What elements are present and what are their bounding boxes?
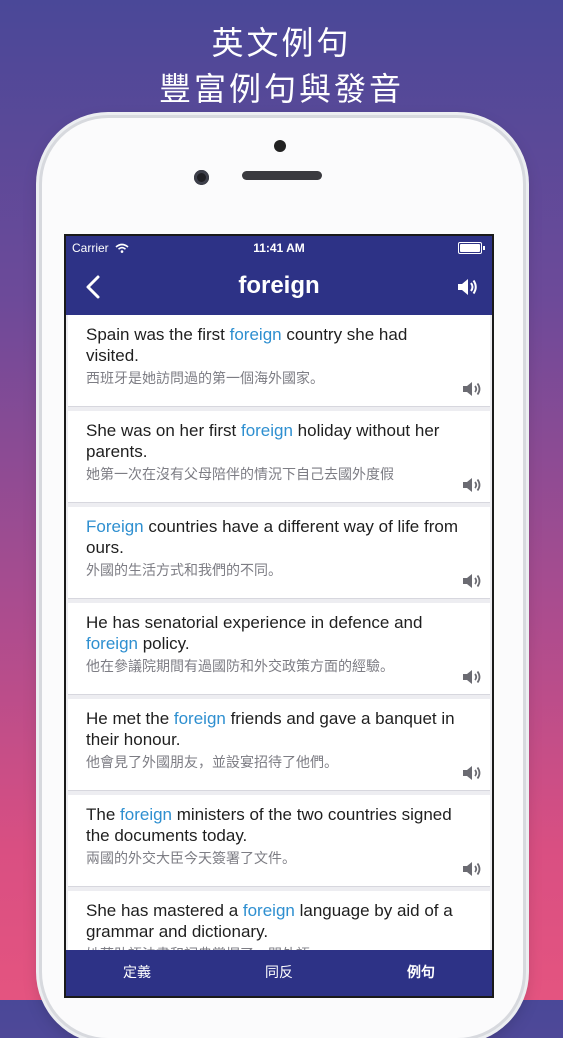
example-translation: 兩國的外交大臣今天簽署了文件。	[86, 851, 296, 867]
example-english: He met the foreign friends and gave a ba…	[86, 708, 458, 750]
example-translation: 西班牙是她訪問過的第一個海外國家。	[86, 371, 324, 387]
example-text-before: The	[86, 805, 121, 824]
example-english: Foreign countries have a different way o…	[86, 516, 458, 558]
example-english: She has mastered a foreign language by a…	[86, 900, 458, 942]
highlighted-word: foreign	[240, 421, 293, 440]
example-text-before: She was on her first	[86, 421, 241, 440]
example-text-before: He met the	[86, 709, 174, 728]
example-english: She was on her first foreign holiday wit…	[86, 420, 458, 462]
example-card[interactable]: She was on her first foreign holiday wit…	[68, 411, 490, 503]
tab-definition[interactable]: 定義	[66, 950, 208, 996]
page-title: foreign	[238, 272, 320, 299]
status-bar: Carrier 11:41 AM	[66, 236, 492, 260]
highlighted-word: foreign	[229, 325, 282, 344]
speaker-icon[interactable]	[462, 860, 482, 878]
proximity-sensor	[274, 140, 286, 152]
tab-synonyms[interactable]: 同反	[208, 950, 350, 996]
example-translation: 她第一次在沒有父母陪伴的情況下自己去國外度假	[86, 467, 394, 483]
nav-bar: foreign	[66, 260, 492, 315]
promo-headline: 英文例句	[211, 24, 352, 62]
speaker-icon[interactable]	[462, 668, 482, 686]
example-translation: 他在參議院期間有過國防和外交政策方面的經驗。	[86, 659, 394, 675]
highlighted-word: Foreign	[86, 517, 144, 536]
highlighted-word: foreign	[173, 709, 226, 728]
clock: 11:41 AM	[253, 241, 305, 255]
example-card[interactable]: Foreign countries have a different way o…	[68, 507, 490, 599]
speaker-icon[interactable]	[462, 380, 482, 398]
example-text-before: She has mastered a	[86, 901, 243, 920]
app-screen: Carrier 11:41 AM foreign Spain was the f…	[64, 234, 494, 998]
example-english: Spain was the first foreign country she …	[86, 324, 458, 366]
tab-bar: 定義 同反 例句	[66, 950, 492, 996]
tab-examples[interactable]: 例句	[350, 950, 492, 996]
example-card[interactable]: He has senatorial experience in defence …	[68, 603, 490, 695]
highlighted-word: foreign	[86, 634, 138, 653]
speaker-icon[interactable]	[462, 764, 482, 782]
example-card[interactable]: He met the foreign friends and gave a ba…	[68, 699, 490, 791]
example-text-after: policy.	[137, 634, 190, 653]
example-english: He has senatorial experience in defence …	[86, 612, 458, 654]
example-translation: 他會見了外國朋友，並設宴招待了他們。	[86, 755, 338, 771]
example-card[interactable]: Spain was the first foreign country she …	[68, 315, 490, 407]
example-list: Spain was the first foreign country she …	[66, 315, 492, 987]
speaker-icon[interactable]	[462, 572, 482, 590]
example-text-before: He has senatorial experience in defence …	[86, 613, 423, 632]
front-camera	[194, 170, 209, 185]
highlighted-word: foreign	[120, 805, 173, 824]
phone-frame: Carrier 11:41 AM foreign Spain was the f…	[42, 118, 523, 1038]
example-text-before: Spain was the first	[86, 325, 230, 344]
example-card[interactable]: The foreign ministers of the two countri…	[68, 795, 490, 887]
speaker-icon[interactable]	[456, 276, 478, 298]
example-english: The foreign ministers of the two countri…	[86, 804, 458, 846]
earpiece-speaker	[242, 171, 322, 180]
promo-subheadline: 豐富例句與發音	[158, 70, 404, 108]
speaker-icon[interactable]	[462, 476, 482, 494]
example-translation: 外國的生活方式和我們的不同。	[86, 563, 282, 579]
highlighted-word: foreign	[242, 901, 295, 920]
battery-icon	[458, 242, 485, 254]
